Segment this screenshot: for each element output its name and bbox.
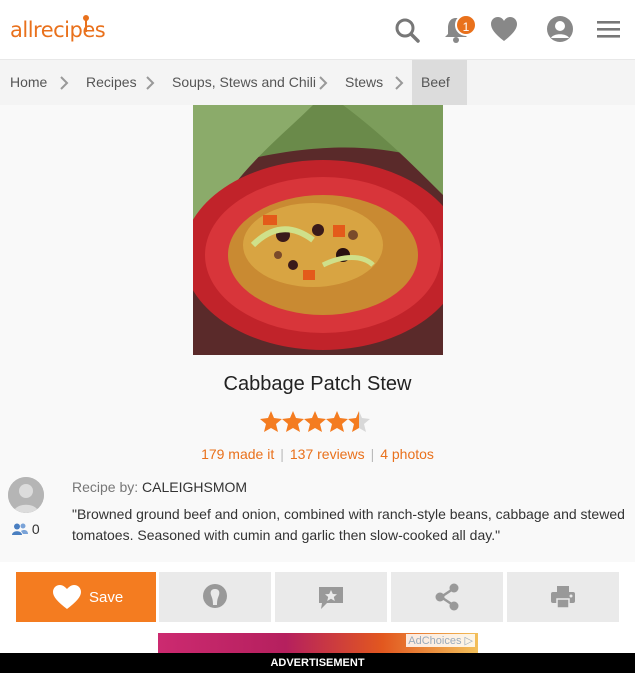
author-name-link[interactable]: CALEIGHSMOM	[142, 479, 247, 495]
allrecipes-logo[interactable]: allrecipes	[10, 18, 106, 42]
hamburger-menu-icon[interactable]	[594, 14, 624, 44]
chef-hat-icon	[203, 584, 227, 608]
notification-count-badge[interactable]: 1	[455, 14, 477, 36]
adchoices-link[interactable]: AdChoices ▷	[406, 634, 475, 647]
followers-count: 0	[31, 521, 40, 537]
breadcrumb-soups-stews-chili[interactable]: Soups, Stews and Chili	[172, 60, 316, 105]
stats-divider: |	[280, 446, 284, 462]
author-avatar[interactable]	[8, 477, 44, 513]
chevron-right-icon	[395, 76, 404, 90]
breadcrumb-beef[interactable]: Beef	[421, 60, 450, 105]
star-icon	[282, 411, 304, 432]
chevron-right-icon	[146, 76, 155, 90]
chevron-right-icon	[60, 76, 69, 90]
share-button[interactable]	[391, 572, 503, 622]
advertisement-label: ADVERTISEMENT	[0, 653, 635, 673]
printer-icon	[551, 586, 575, 609]
photos-count-link[interactable]: 4 photos	[380, 446, 434, 462]
byline-label: Recipe by:	[72, 479, 139, 495]
print-button[interactable]	[507, 572, 619, 622]
breadcrumb-home[interactable]: Home	[10, 60, 47, 105]
made-it-count-link[interactable]: 179 made it	[201, 446, 274, 462]
reviews-count-link[interactable]: 137 reviews	[290, 446, 365, 462]
user-profile-icon[interactable]	[545, 14, 575, 44]
star-rating[interactable]	[260, 410, 375, 434]
save-button[interactable]: Save	[16, 572, 156, 622]
recipe-title: Cabbage Patch Stew	[223, 373, 412, 395]
recipe-stats: 179 made it | 137 reviews | 4 photos	[0, 446, 635, 462]
heart-icon	[53, 585, 81, 609]
half-star-icon	[348, 411, 370, 432]
recipe-page: allrecipes 1 Home Recipes Soups, Stews a…	[0, 0, 635, 683]
star-icon	[304, 411, 326, 432]
advertisement-banner[interactable]: AdChoices ▷	[158, 633, 478, 655]
recipe-byline: Recipe by: CALEIGHSMOM	[72, 479, 247, 495]
review-button[interactable]	[275, 572, 387, 622]
star-icon	[326, 411, 348, 432]
stats-divider: |	[370, 446, 375, 462]
heart-icon[interactable]	[489, 14, 519, 44]
breadcrumb-stews[interactable]: Stews	[345, 60, 383, 105]
star-icon	[260, 411, 282, 432]
author-followers[interactable]: 0	[12, 521, 40, 537]
made-it-button[interactable]	[159, 572, 271, 622]
save-button-label: Save	[89, 589, 124, 606]
search-icon[interactable]	[392, 14, 422, 44]
breadcrumb-recipes[interactable]: Recipes	[86, 60, 137, 105]
breadcrumb: Home Recipes Soups, Stews and Chili Stew…	[0, 60, 635, 105]
logo-spoon-icon	[83, 15, 89, 32]
recipe-action-bar: Save	[0, 562, 635, 632]
recipe-description: "Browned ground beef and onion, combined…	[72, 506, 625, 543]
recipe-photo[interactable]	[193, 105, 443, 355]
chevron-right-icon	[319, 76, 328, 90]
top-navigation-bar: allrecipes 1	[0, 0, 635, 60]
share-icon	[435, 583, 459, 611]
followers-icon	[12, 523, 28, 535]
review-star-bubble-icon	[319, 587, 343, 609]
